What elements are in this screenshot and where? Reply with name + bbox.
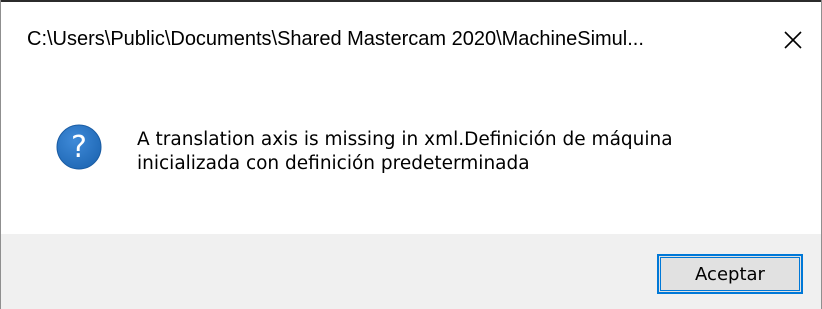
message-line-2: inicializada con definición predetermina… bbox=[137, 153, 530, 174]
dialog-content: ? A translation axis is missing in xml.D… bbox=[1, 84, 821, 234]
message-dialog: C:\Users\Public\Documents\Shared Masterc… bbox=[0, 0, 822, 309]
question-icon: ? bbox=[56, 124, 102, 170]
close-icon bbox=[784, 31, 802, 49]
message-text: A translation axis is missing in xml.Def… bbox=[137, 128, 777, 176]
accept-button[interactable]: Aceptar bbox=[657, 254, 803, 294]
svg-text:?: ? bbox=[71, 130, 87, 165]
title-bar: C:\Users\Public\Documents\Shared Masterc… bbox=[1, 0, 821, 84]
button-bar: Aceptar bbox=[1, 234, 821, 309]
accept-button-label: Aceptar bbox=[695, 263, 765, 285]
window-title: C:\Users\Public\Documents\Shared Masterc… bbox=[27, 28, 644, 50]
close-button[interactable] bbox=[775, 22, 811, 58]
message-line-1: A translation axis is missing in xml.Def… bbox=[137, 129, 673, 150]
